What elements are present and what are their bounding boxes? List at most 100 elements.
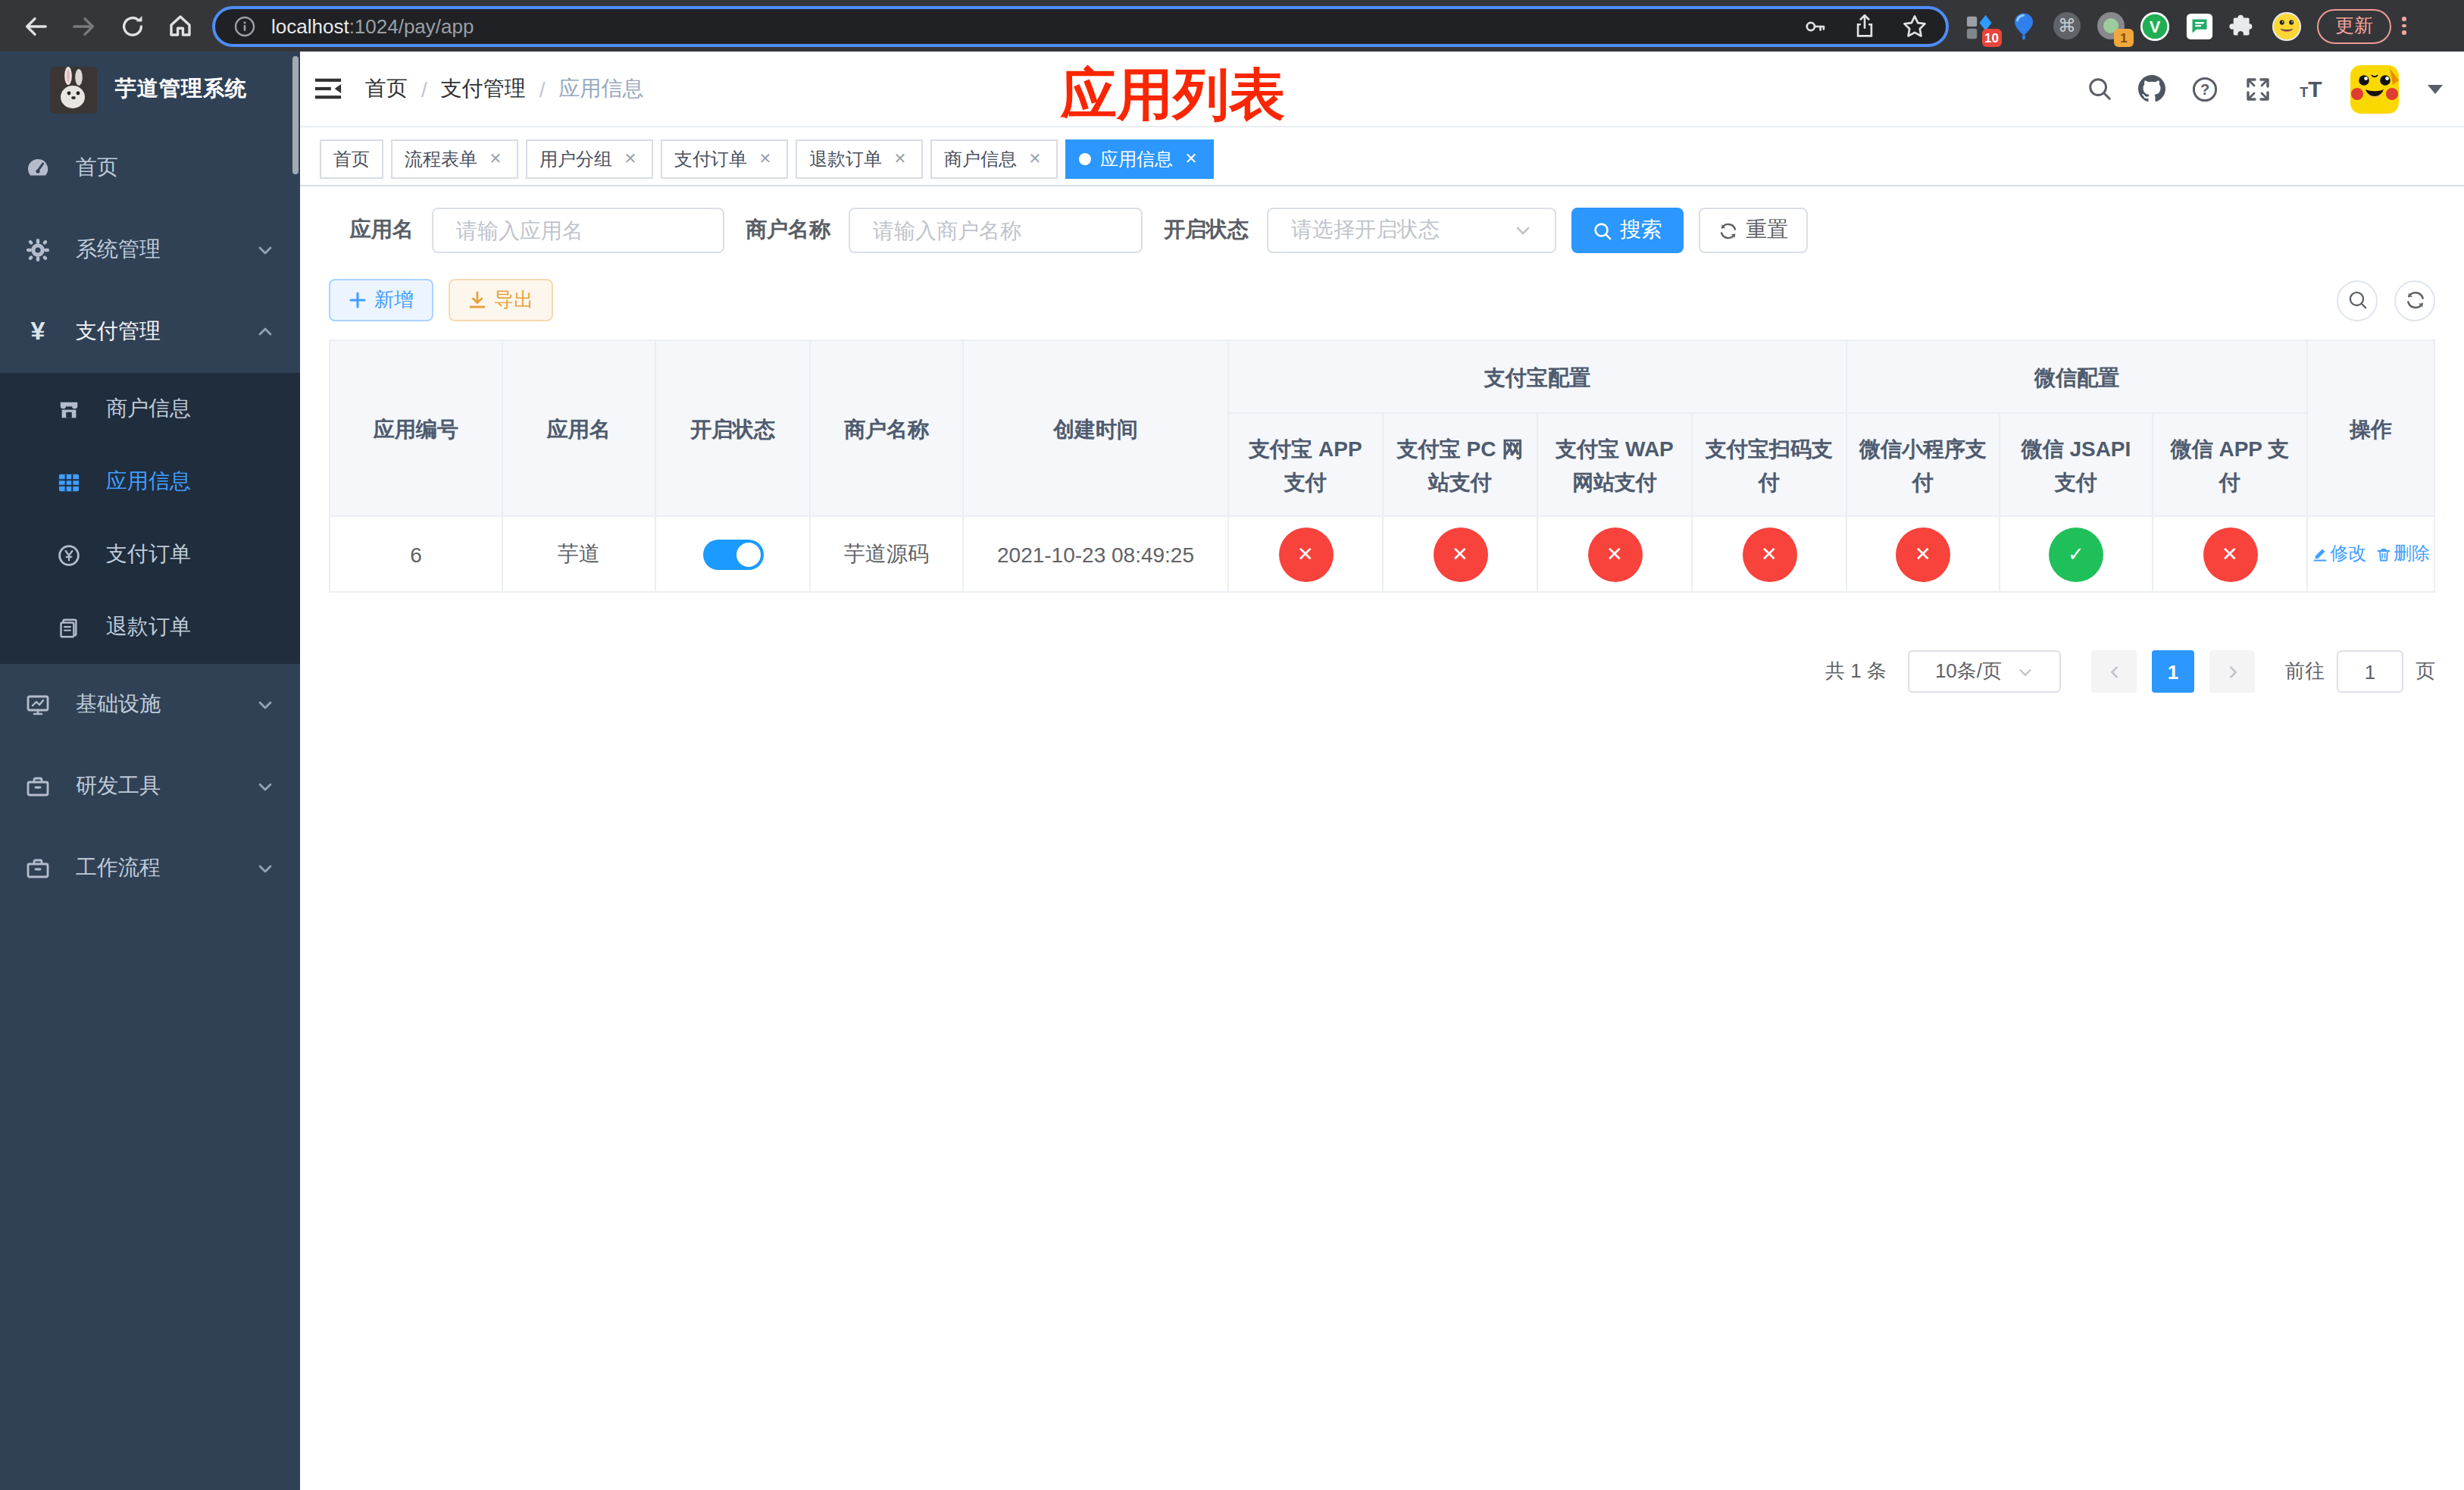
sidebar-item-home[interactable]: 首页: [0, 127, 300, 209]
col-alipay-qr: 支付宝扫码支付: [1692, 413, 1846, 516]
refresh-table-button[interactable]: [2394, 280, 2435, 321]
github-icon[interactable]: [2138, 75, 2165, 102]
header-search-icon[interactable]: [2085, 75, 2112, 102]
reset-button[interactable]: 重置: [1699, 208, 1808, 253]
col-alipay-pc: 支付宝 PC 网站支付: [1383, 413, 1537, 516]
sidebar-item-merchant-info[interactable]: 商户信息: [0, 373, 300, 446]
goto-page-input[interactable]: [2337, 650, 2403, 693]
tab-home[interactable]: 首页: [320, 139, 383, 179]
extension-v-icon[interactable]: V: [2140, 11, 2170, 41]
tab-close-icon[interactable]: ✕: [486, 150, 505, 168]
site-info-icon[interactable]: [233, 14, 256, 37]
prev-page-button[interactable]: [2091, 650, 2137, 693]
wechat-jsapi-status: ✓: [2049, 527, 2103, 581]
next-page-button[interactable]: [2209, 650, 2255, 693]
avatar-caret-icon[interactable]: [2428, 84, 2443, 93]
extension-command-icon[interactable]: ⌘: [2052, 11, 2082, 41]
tab-close-icon[interactable]: ✕: [1026, 150, 1044, 168]
tab-close-icon[interactable]: ✕: [756, 150, 774, 168]
sidebar-item-app-info[interactable]: 应用信息: [0, 446, 300, 518]
tab-close-icon[interactable]: ✕: [1182, 150, 1200, 168]
col-actions: 操作: [2307, 340, 2434, 516]
fullscreen-icon[interactable]: [2244, 75, 2272, 102]
show-search-toggle-button[interactable]: [2337, 280, 2378, 321]
address-bar[interactable]: localhost:1024/pay/app: [212, 5, 1949, 46]
page-size-select[interactable]: 10条/页: [1908, 650, 2061, 693]
tab-close-icon[interactable]: ✕: [621, 150, 639, 168]
browser-toolbar: localhost:1024/pay/app 10 ⌘ 1: [0, 0, 2464, 52]
browser-reload-button[interactable]: [112, 6, 152, 45]
breadcrumb-current: 应用信息: [559, 75, 644, 102]
browser-update-button[interactable]: 更新: [2317, 8, 2391, 43]
sidebar-scrollbar[interactable]: [292, 56, 299, 174]
browser-forward-button[interactable]: [64, 6, 103, 45]
share-icon[interactable]: [1853, 14, 1876, 38]
tab-process-form[interactable]: 流程表单✕: [391, 139, 518, 179]
browser-home-button[interactable]: [161, 6, 200, 45]
password-key-icon[interactable]: [1802, 13, 1828, 39]
sidebar-item-pay-orders[interactable]: 支付订单: [0, 518, 300, 591]
col-merchant: 商户名称: [810, 340, 963, 516]
bookmark-star-icon[interactable]: [1902, 13, 1928, 39]
sidebar-item-refund-orders[interactable]: 退款订单: [0, 591, 300, 664]
document-icon: [58, 616, 80, 639]
briefcase-icon: [26, 856, 50, 881]
select-caret-icon: [2017, 663, 2034, 680]
search-button[interactable]: 搜索: [1571, 208, 1684, 253]
wechat-mini-status: ✕: [1896, 527, 1950, 581]
monitor-icon: [26, 693, 50, 717]
table-row: 6 芋道 芋道源码 2021-10-23 08:49:25 ✕ ✕ ✕ ✕ ✕ …: [330, 516, 2434, 592]
tab-refund-orders[interactable]: 退款订单✕: [796, 139, 923, 179]
export-button[interactable]: 导出: [449, 279, 553, 321]
col-created: 创建时间: [963, 340, 1228, 516]
tab-pay-orders[interactable]: 支付订单✕: [661, 139, 788, 179]
breadcrumb-payment[interactable]: 支付管理: [441, 75, 526, 102]
browser-menu-icon[interactable]: [2402, 17, 2406, 35]
app-logo[interactable]: 芋道管理系统: [0, 52, 300, 127]
extension-pieces-icon[interactable]: 10: [1964, 11, 1994, 41]
app-name-label: 应用名: [329, 217, 432, 244]
tab-user-group[interactable]: 用户分组✕: [526, 139, 653, 179]
extension-recorder-icon[interactable]: 1: [2096, 11, 2126, 41]
app-table: 应用编号 应用名 开启状态 商户名称 创建时间 支付宝配置 微信配置 操作 支付…: [329, 340, 2435, 593]
tab-merchant-info[interactable]: 商户信息✕: [930, 139, 1058, 179]
extension-balloon-icon[interactable]: [2008, 11, 2038, 41]
sidebar-fold-icon[interactable]: [312, 74, 342, 104]
delete-link[interactable]: 删除: [2375, 541, 2430, 567]
add-button[interactable]: 新增: [329, 279, 433, 321]
svg-text:⌘: ⌘: [2058, 15, 2076, 36]
font-size-icon[interactable]: TT: [2297, 75, 2325, 102]
grid-icon: [58, 471, 80, 493]
chevron-down-icon: [256, 778, 274, 796]
toolbox-icon: [26, 775, 50, 799]
sidebar-item-system[interactable]: 系统管理: [0, 209, 300, 291]
app-name-input[interactable]: [432, 208, 724, 253]
sidebar-item-dev-tools[interactable]: 研发工具: [0, 746, 300, 828]
breadcrumb-home[interactable]: 首页: [365, 75, 408, 102]
breadcrumb: 首页 / 支付管理 / 应用信息: [365, 75, 644, 102]
tabs-bar: 首页 流程表单✕ 用户分组✕ 支付订单✕ 退款订单✕ 商户信息✕ 应用信息✕: [300, 127, 2464, 186]
sidebar-item-payment[interactable]: ¥ 支付管理: [0, 291, 300, 373]
merchant-name-input[interactable]: [849, 208, 1143, 253]
tab-app-info[interactable]: 应用信息✕: [1065, 139, 1214, 179]
user-avatar[interactable]: [2350, 64, 2399, 113]
page-unit-label: 页: [2416, 658, 2435, 685]
current-page-button[interactable]: 1: [2152, 650, 2194, 693]
sidebar-item-workflow[interactable]: 工作流程: [0, 828, 300, 909]
svg-text:?: ?: [2200, 80, 2209, 97]
edit-link[interactable]: 修改: [2312, 541, 2366, 567]
help-icon[interactable]: ?: [2191, 75, 2219, 102]
sidebar-item-infrastructure[interactable]: 基础设施: [0, 664, 300, 746]
cell-app-name: 芋道: [502, 516, 655, 592]
browser-back-button[interactable]: [15, 6, 55, 45]
extension-puzzle-icon[interactable]: [2228, 11, 2258, 41]
status-toggle[interactable]: [702, 539, 763, 569]
page-annotation: 应用列表: [1061, 58, 1285, 133]
tab-close-icon[interactable]: ✕: [891, 150, 909, 168]
chevron-down-icon: [256, 859, 274, 878]
status-select[interactable]: 请选择开启状态: [1267, 208, 1556, 253]
status-label: 开启状态: [1158, 217, 1267, 244]
profile-avatar-emoji[interactable]: [2272, 11, 2302, 41]
cell-merchant: 芋道源码: [810, 516, 963, 592]
extension-chat-icon[interactable]: [2184, 11, 2214, 41]
